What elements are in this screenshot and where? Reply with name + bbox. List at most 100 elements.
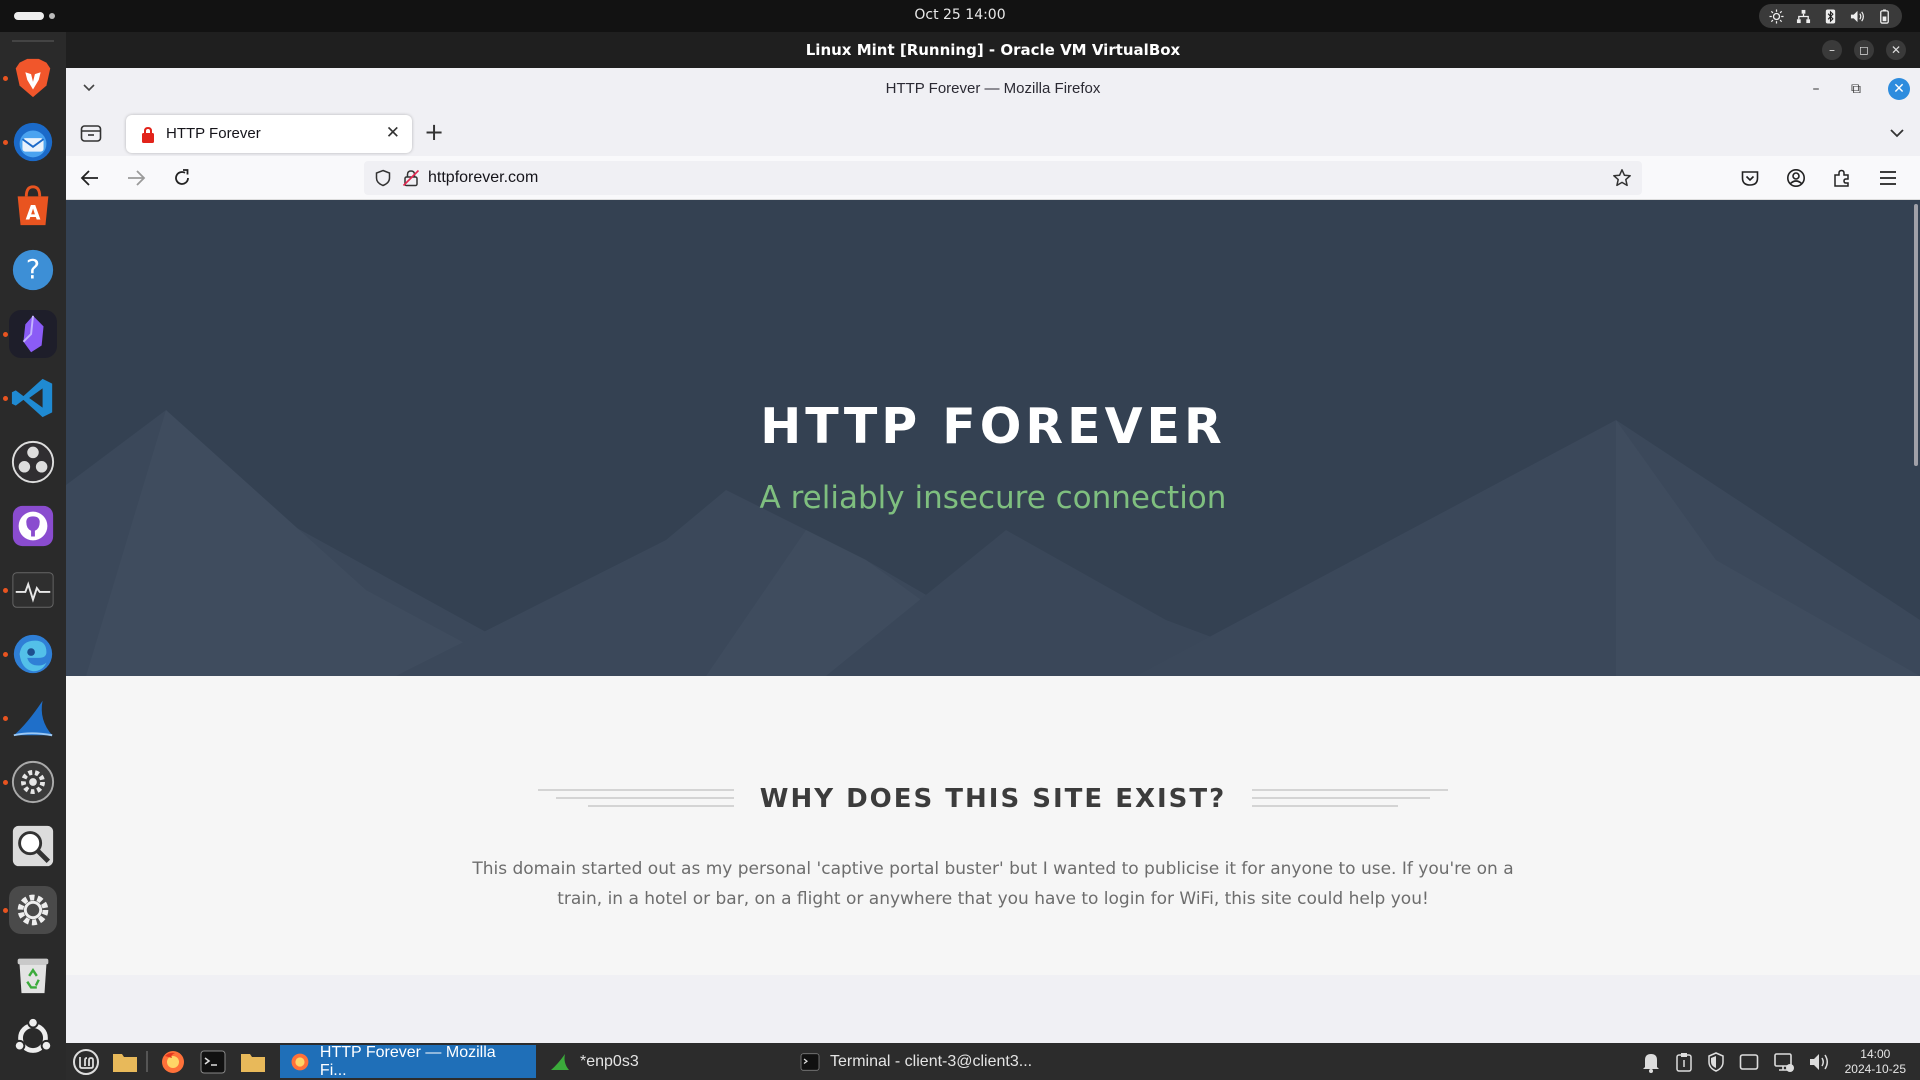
minimize-icon[interactable]: – — [1822, 40, 1842, 60]
github-desktop-icon — [12, 505, 54, 547]
tab-close-icon[interactable]: ✕ — [386, 123, 400, 143]
dock-trash[interactable] — [9, 950, 57, 998]
taskbar-separator — [146, 1051, 148, 1072]
thunderbird-icon — [13, 122, 53, 162]
tracking-protection-shield-icon[interactable] — [374, 169, 392, 187]
clipboard-icon[interactable] — [1675, 1052, 1693, 1072]
running-indicator — [3, 780, 8, 785]
running-indicator — [3, 652, 8, 657]
forward-button[interactable] — [124, 166, 148, 190]
guest-clock[interactable]: 14:00 2024-10-25 — [1845, 1047, 1906, 1077]
task-label: HTTP Forever — Mozilla Fi... — [319, 1043, 496, 1079]
svg-text:?: ? — [26, 255, 40, 286]
plus-icon: + — [424, 118, 445, 146]
virtualbox-title-bar[interactable]: Linux Mint [Running] - Oracle VM Virtual… — [66, 32, 1920, 68]
guest-clock-date: 2024-10-25 — [1844, 1061, 1906, 1076]
task-label: Terminal - client-3@client3... — [830, 1052, 1033, 1070]
task-terminal[interactable]: Terminal - client-3@client3... — [790, 1045, 1090, 1078]
window-icon[interactable] — [1739, 1053, 1759, 1071]
maximize-icon[interactable]: ◻ — [1854, 40, 1874, 60]
host-clock[interactable]: Oct 25 14:00 — [0, 7, 1920, 23]
dock-thunderbird[interactable] — [9, 118, 57, 166]
tab-http-forever[interactable]: HTTP Forever ✕ — [126, 115, 412, 153]
running-indicator — [3, 908, 8, 913]
task-firefox[interactable]: HTTP Forever — Mozilla Fi... — [280, 1043, 536, 1079]
dock-magnifier[interactable] — [9, 822, 57, 870]
launcher-terminal[interactable] — [200, 1048, 226, 1075]
dock-brave[interactable] — [9, 54, 57, 102]
restore-icon[interactable]: ⧉ — [1848, 81, 1864, 97]
running-indicator — [3, 76, 8, 81]
vscode-icon — [11, 378, 53, 418]
hero-title: HTTP FOREVER — [760, 398, 1226, 455]
url-bar[interactable]: httpforever.com — [364, 161, 1642, 195]
dock-obsidian[interactable] — [9, 310, 57, 358]
list-all-tabs-button[interactable] — [1888, 124, 1906, 146]
firefox-icon — [291, 1053, 309, 1070]
terminal-icon — [200, 1050, 226, 1073]
firefox-title-bar[interactable]: HTTP Forever — Mozilla Firefox – ⧉ ✕ — [66, 68, 1920, 110]
volume-icon[interactable] — [1809, 1052, 1831, 1072]
back-button[interactable] — [78, 166, 102, 190]
dock-app-center[interactable]: A — [9, 182, 57, 230]
tab-title: HTTP Forever — [166, 125, 261, 142]
shield-update-icon[interactable] — [1707, 1051, 1725, 1072]
firefox-view-button[interactable] — [78, 120, 104, 146]
arrow-right-icon — [128, 170, 146, 186]
dock-edge[interactable] — [9, 630, 57, 678]
dock-system-monitor[interactable] — [9, 566, 57, 614]
dock-top-separator — [12, 40, 54, 42]
virtualbox-window-title: Linux Mint [Running] - Oracle VM Virtual… — [805, 41, 1181, 59]
edge-icon — [13, 634, 53, 674]
dock-vscode[interactable] — [9, 374, 57, 422]
dock-settings[interactable] — [9, 886, 57, 934]
host-top-bar: Oct 25 14:00 — [0, 0, 1920, 32]
hero-subtitle: A reliably insecure connection — [759, 480, 1227, 516]
show-desktop-button[interactable] — [112, 1048, 138, 1075]
minimize-icon[interactable]: – — [1808, 81, 1824, 97]
dock-settings-wheel[interactable] — [9, 758, 57, 806]
network-icon[interactable] — [1773, 1051, 1795, 1073]
files-folder-icon — [241, 1053, 265, 1072]
task-wireshark[interactable]: *enp0s3 — [540, 1045, 790, 1078]
wireshark-fin-icon — [13, 700, 53, 737]
close-icon[interactable]: ✕ — [1886, 40, 1906, 60]
launcher-firefox[interactable] — [160, 1048, 186, 1075]
terminal-icon — [800, 1052, 820, 1071]
section-title: WHY DOES THIS SITE EXIST? — [759, 784, 1227, 814]
reload-button[interactable] — [170, 166, 194, 190]
arrow-left-icon — [80, 170, 98, 186]
bookmark-star-icon[interactable] — [1612, 168, 1632, 188]
host-dock: A ? — [0, 32, 66, 1080]
dock-github-desktop[interactable] — [9, 502, 57, 550]
pocket-button[interactable] — [1738, 166, 1762, 190]
battery-icon — [1880, 8, 1889, 24]
account-button[interactable] — [1784, 166, 1808, 190]
virtualbox-window-controls: – ◻ ✕ — [1822, 40, 1906, 60]
page-scrollbar[interactable] — [1914, 204, 1918, 466]
settings-gear-icon — [17, 894, 49, 926]
trash-recycle-icon — [17, 958, 49, 994]
reload-icon — [175, 169, 189, 185]
notifications-bell-icon[interactable] — [1641, 1051, 1661, 1073]
new-tab-button[interactable]: + — [424, 118, 444, 146]
chevron-down-icon — [1890, 129, 1904, 138]
close-icon[interactable]: ✕ — [1888, 78, 1910, 100]
extensions-button[interactable] — [1830, 166, 1854, 190]
system-tray[interactable] — [1759, 4, 1902, 28]
guest-system-tray: 14:00 2024-10-25 — [1641, 1045, 1906, 1078]
running-indicator — [3, 396, 8, 401]
mint-menu-button[interactable] — [72, 1048, 100, 1075]
insecure-lock-icon[interactable] — [402, 169, 420, 187]
account-icon — [1787, 169, 1805, 187]
guest-screen: HTTP Forever — Mozilla Firefox – ⧉ ✕ HTT… — [66, 68, 1920, 1080]
linux-mint-logo-icon — [73, 1048, 99, 1075]
firefox-window-controls: – ⧉ ✕ — [1808, 78, 1910, 100]
app-menu-button[interactable] — [1876, 166, 1900, 190]
dock-wireshark[interactable] — [9, 694, 57, 742]
help-icon: ? — [12, 249, 54, 291]
launcher-files[interactable] — [240, 1048, 266, 1075]
dock-help[interactable]: ? — [9, 246, 57, 294]
dock-show-apps[interactable] — [9, 1014, 57, 1062]
dock-obs-studio[interactable] — [9, 438, 57, 486]
